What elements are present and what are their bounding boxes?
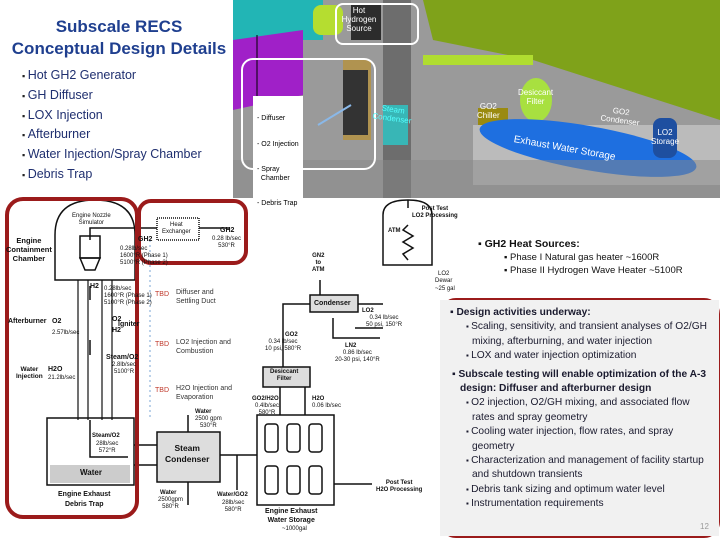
dewar-capacity: ~25 gal <box>435 286 455 292</box>
water-label: Water <box>80 468 102 477</box>
lo2-flow: 0.34 lb/sec 50 psi, 150°R <box>366 315 403 328</box>
dewar-label: LO2 Dewar <box>435 271 453 284</box>
h2o-drain-label: H2O <box>312 396 325 402</box>
ln2-label: LN2 <box>345 343 357 349</box>
tbd-lo2-injection: LO2 Injection and Combustion <box>176 339 231 355</box>
item-text: Phase I Natural gas heater ~1600R <box>510 252 660 263</box>
o2-label: O2 <box>52 318 62 325</box>
component-list: - Diffuser - O2 Injection - Spray Chambe… <box>253 96 303 228</box>
go2-h2o-flow: 0.4lb/sec 580°R <box>255 403 280 416</box>
item-text: Phase II Hydrogen Wave Heater ~5100R <box>510 265 683 276</box>
design-item: Scaling, sensitivity, and transient anal… <box>450 320 711 349</box>
h2-label: H2 <box>90 283 99 290</box>
water-out-label: Water <box>160 490 177 496</box>
design-heading: Design activities underway: <box>450 306 711 320</box>
h2-flow: 0.28lb/sec 1600°R (Phase 1) 5100°R (Phas… <box>104 286 152 306</box>
heat-exchanger-label: Heat Exchanger <box>162 222 191 235</box>
post-lo2-label: Post Test LO2 Processing <box>412 206 458 219</box>
igniter-h2: H2 <box>112 327 121 334</box>
heat-sources-heading: ▪ GH2 Heat Sources: <box>478 238 580 250</box>
ln2-flow: 0.86 lb/sec 20-30 psi, 140°R <box>335 350 380 363</box>
go2-flow: 0.34 lb/sec 10 psi, 580°R <box>265 339 302 352</box>
water-in-flow: 2500 gpm 530°R <box>195 416 222 429</box>
gh2-in-flow: 0.28 lb/sec 530°R <box>212 236 242 249</box>
trap-steam-flow: 28lb/sec 572°R <box>96 441 119 454</box>
steam-o2-label: Steam/O2 <box>106 354 139 361</box>
nozzle-label: Engine Nozzle Simulator <box>72 213 111 226</box>
atm-label: ATM <box>388 228 401 234</box>
gh2-in-label: GH2 <box>220 227 235 234</box>
gh2-out-flow: 0.28lb/sec 1600°R (Phase 1) 5100°R (Phas… <box>120 246 168 266</box>
lo2-label: LO2 <box>362 308 374 314</box>
tbd-tag: TBD <box>155 291 169 298</box>
heat-source-item: ▪ Phase I Natural gas heater ~1600R <box>504 252 660 263</box>
testing-item: O2 injection, O2/GH mixing, and associat… <box>450 396 711 425</box>
water-out-flow: 2500gpm 580°R <box>158 497 184 510</box>
steam-condenser-label: Steam Condenser <box>165 443 210 464</box>
h2o-label: H2O <box>48 366 63 373</box>
h2o-flow: 21.2lb/sec <box>48 375 76 381</box>
callout-item: - Diffuser <box>257 115 286 122</box>
trap-steam-label: Steam/O2 <box>92 433 120 439</box>
tbd-h2o-injection: H2O Injection and Evaporation <box>176 385 233 401</box>
design-item: LOX and water injection optimization <box>450 349 711 363</box>
storage-label: Engine Exhaust Water Storage <box>265 508 318 524</box>
testing-item: Instrumentation requirements <box>450 497 711 511</box>
h2o-drain-flow: 0.06 lb/sec <box>312 403 342 409</box>
tbd-diffuser: Diffuser and Settling Duct <box>176 289 216 305</box>
page-number: 12 <box>700 522 709 531</box>
afterburner-label: Afterburner <box>8 318 47 325</box>
tbd-tag: TBD <box>155 341 169 348</box>
testing-heading: Subscale testing will enable optimizatio… <box>450 368 711 397</box>
design-activities-box: Design activities underway: Scaling, sen… <box>440 300 719 536</box>
heading-text: GH2 Heat Sources: <box>484 238 580 250</box>
heat-sources: ▪ GH2 Heat Sources: ▪ Phase I Natural ga… <box>478 238 683 278</box>
o2-flow: 2.57lb/sec <box>52 330 80 336</box>
post-h2o-label: Post Test H2O Processing <box>376 480 423 493</box>
testing-item: Cooling water injection, flow rates, and… <box>450 425 711 454</box>
steam-o2-flow: 2.8lb/sec 5100°R <box>112 362 137 375</box>
condenser-label: Condenser <box>314 300 351 307</box>
callout-item: - Spray Chamber <box>257 166 290 182</box>
gn2-label: GN2 to ATM <box>312 253 325 273</box>
callout-item: - Debris Trap <box>257 200 298 207</box>
debris-trap-label: Engine Exhaust Debris Trap <box>58 491 111 508</box>
storage-capacity: ~1000gal <box>282 526 307 532</box>
igniter-label: Igniter <box>118 321 140 328</box>
testing-item: Debris tank sizing and optimum water lev… <box>450 483 711 497</box>
desiccant-label: Desiccant Filter <box>270 369 299 382</box>
containment-label: Engine Containment Chamber <box>6 236 52 263</box>
water-in-label: Water <box>195 409 212 415</box>
testing-item: Characterization and management of facil… <box>450 454 711 483</box>
water-injection-label: Water Injection <box>16 366 43 380</box>
go2-h2o-label: GO2/H2O <box>252 396 279 402</box>
gh2-out-label: GH2 <box>138 236 153 243</box>
water-go2-flow: 28lb/sec 580°R <box>222 500 245 513</box>
tbd-tag: TBD <box>155 387 169 394</box>
callout-item: - O2 Injection <box>257 140 299 148</box>
water-go2-label: Water/GO2 <box>217 492 248 498</box>
go2-label: GO2 <box>285 332 298 338</box>
heat-source-item: ▪ Phase II Hydrogen Wave Heater ~5100R <box>504 265 683 276</box>
